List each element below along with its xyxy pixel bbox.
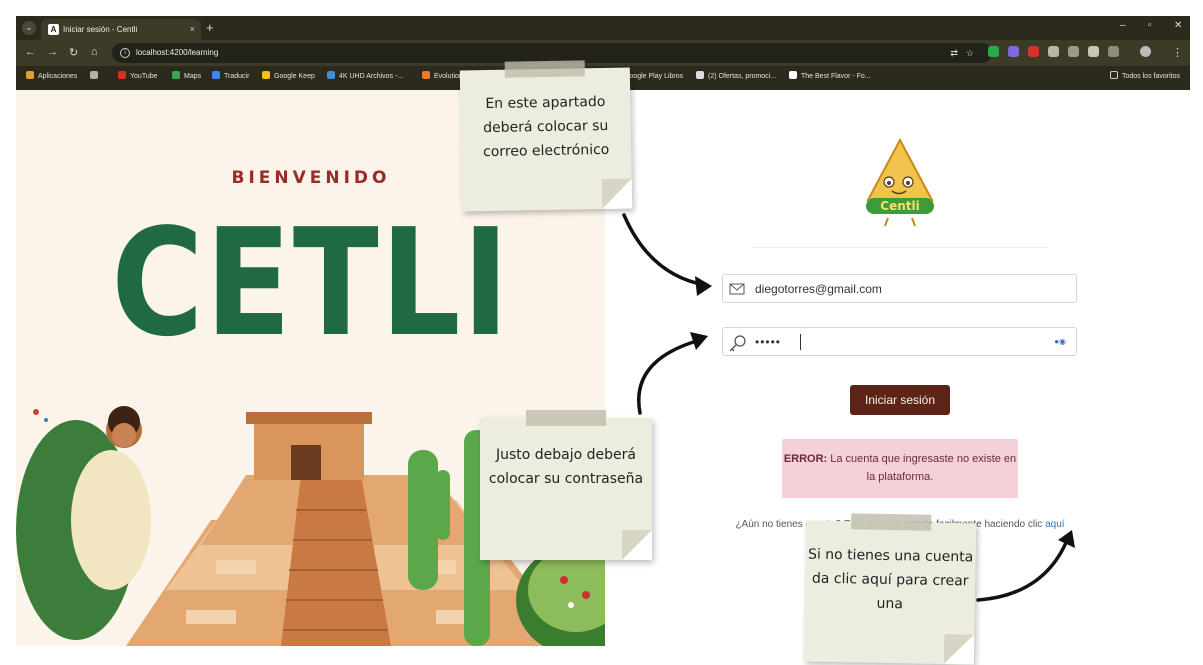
error-title: ERROR: — [783, 453, 828, 465]
logo-text: Centli — [880, 199, 919, 213]
note-password-text: Justo debajo deberá colocar su contraseñ… — [488, 447, 644, 487]
browser-tab-active[interactable]: A Iniciar sesión - Centli × — [41, 19, 201, 40]
tape — [526, 410, 606, 426]
tab-search-button[interactable]: ⌄ — [22, 21, 36, 35]
offers-icon — [696, 71, 704, 79]
error-message: La cuenta que ingresaste no existe en la… — [827, 453, 1017, 483]
signup-link[interactable]: aquí — [1045, 519, 1064, 530]
all-bookmarks-folder[interactable]: Todos los favoritos — [1110, 66, 1180, 88]
logo-divider — [752, 247, 1048, 248]
keep-icon — [262, 71, 270, 79]
drive-icon — [327, 71, 335, 79]
back-icon[interactable]: ← — [25, 46, 36, 58]
toolbar: ← → ↻ ⌂ i localhost:4200/learning ⇄☆ ⋮ — [16, 40, 1190, 66]
login-button[interactable]: Iniciar sesión — [850, 385, 950, 415]
password-value: ••••• — [755, 335, 782, 349]
reload-icon[interactable]: ↻ — [69, 46, 78, 59]
restore-button[interactable]: ▫ — [1148, 20, 1152, 31]
extension-puzzle-icon[interactable] — [1108, 46, 1119, 57]
tape — [504, 60, 585, 78]
key-icon — [729, 335, 746, 352]
minimize-button[interactable]: – — [1120, 20, 1126, 31]
bookmark-youtube[interactable]: YouTube — [118, 66, 158, 88]
envelope-icon — [729, 283, 745, 295]
url-text: localhost:4200/learning — [136, 48, 219, 57]
bookmark-aplicaciones[interactable]: Aplicaciones — [26, 66, 77, 88]
page-curl — [943, 633, 975, 665]
page-curl — [601, 178, 633, 210]
bookmark-best-flavor[interactable]: The Best Flavor - Fo... — [789, 66, 871, 88]
error-alert: ERROR: La cuenta que ingresaste no exist… — [782, 439, 1018, 498]
note-signup-text: Si no tienes una cuenta da clic aquí par… — [807, 546, 974, 613]
sticky-note-password: Justo debajo deberá colocar su contraseñ… — [480, 410, 652, 560]
bookmark-4k-uhd[interactable]: 4K UHD Archivos -... — [327, 66, 403, 88]
translate-icon — [212, 71, 220, 79]
evolution-icon — [422, 71, 430, 79]
angular-favicon-icon: A — [48, 24, 59, 35]
profile-avatar-icon[interactable] — [1140, 46, 1151, 57]
text-cursor — [800, 334, 801, 350]
centli-logo: Centli — [866, 138, 934, 227]
email-field[interactable]: diegotorres@gmail.com — [722, 274, 1077, 303]
forward-icon[interactable]: → — [47, 46, 58, 58]
arrow-to-signup — [976, 536, 1070, 602]
extension-purple-icon[interactable] — [1008, 46, 1019, 57]
angular-icon — [789, 71, 797, 79]
bookmark-ofertas[interactable]: (2) Ofertas, promoci... — [696, 66, 776, 88]
grid-icon — [90, 71, 98, 79]
extension-shield-icon[interactable] — [988, 46, 999, 57]
arrow-to-password — [637, 338, 702, 415]
bookmark-maps[interactable]: Maps — [172, 66, 201, 88]
maps-icon — [172, 71, 180, 79]
extension-gray-icon[interactable] — [1048, 46, 1059, 57]
home-icon[interactable]: ⌂ — [91, 46, 98, 58]
extension-phone-icon[interactable] — [1068, 46, 1079, 57]
more-menu-icon[interactable]: ⋮ — [1172, 46, 1183, 59]
youtube-icon — [118, 71, 126, 79]
email-value: diegotorres@gmail.com — [755, 282, 882, 296]
sticky-note-email: En este apartado deberá colocar su corre… — [459, 60, 633, 212]
tab-strip: ⌄ A Iniciar sesión - Centli × + – ▫ ✕ — [16, 16, 1190, 40]
arrow-to-email — [622, 213, 707, 287]
tab-title: Iniciar sesión - Centli — [63, 25, 138, 34]
extension-red-icon[interactable] — [1028, 46, 1039, 57]
tab-close-icon[interactable]: × — [190, 19, 195, 40]
translate-and-star-icons[interactable]: ⇄☆ — [950, 43, 982, 63]
tape — [851, 513, 932, 531]
site-info-icon[interactable]: i — [120, 48, 130, 58]
password-field[interactable]: ••••• ●◉ — [722, 327, 1077, 356]
bookmark-grid[interactable] — [90, 66, 102, 88]
extension-doc-icon[interactable] — [1088, 46, 1099, 57]
page-curl — [622, 530, 652, 560]
sticky-note-signup: Si no tienes una cuenta da clic aquí par… — [803, 513, 977, 665]
note-email-text: En este apartado deberá colocar su corre… — [482, 93, 610, 161]
bookmark-google-keep[interactable]: Google Keep — [262, 66, 315, 88]
bookmark-traducir[interactable]: Traducir — [212, 66, 249, 88]
apps-icon — [26, 71, 34, 79]
new-tab-button[interactable]: + — [206, 19, 214, 37]
close-window-button[interactable]: ✕ — [1174, 20, 1182, 31]
bookmark-evolution[interactable]: Evolution — [422, 66, 463, 88]
folder-icon — [1110, 71, 1118, 79]
password-manager-icon[interactable]: ●◉ — [1054, 337, 1066, 346]
